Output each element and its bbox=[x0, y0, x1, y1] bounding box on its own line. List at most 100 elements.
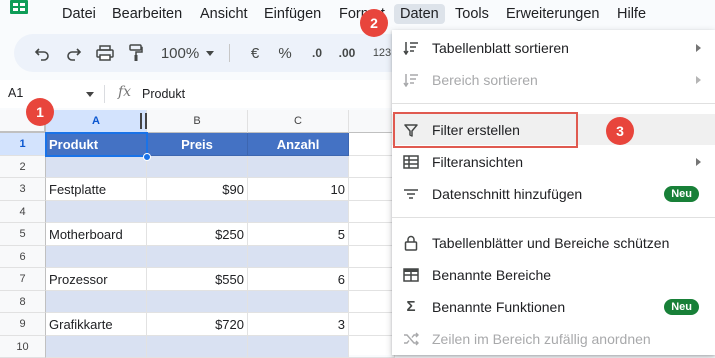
submenu-arrow-icon bbox=[696, 43, 701, 52]
new-badge: Neu bbox=[664, 185, 699, 202]
column-header-c[interactable]: C bbox=[248, 110, 349, 133]
cell-b3[interactable]: $90 bbox=[147, 178, 248, 201]
menu-item-benannte-bereiche[interactable]: Benannte Bereiche bbox=[392, 259, 715, 290]
row-header-4[interactable]: 4 bbox=[0, 201, 46, 223]
zoom-dropdown-icon[interactable] bbox=[204, 34, 216, 72]
column-header-a[interactable]: A bbox=[46, 110, 147, 133]
menu-item-benannte-funktionen[interactable]: Σ Benannte Funktionen Neu bbox=[392, 291, 715, 322]
name-box-dropdown-icon[interactable] bbox=[86, 92, 94, 97]
filter-views-icon bbox=[402, 153, 420, 171]
cell-b1[interactable]: Preis bbox=[147, 133, 248, 156]
column-resize-handle[interactable] bbox=[140, 113, 142, 129]
cell-b8[interactable] bbox=[147, 291, 248, 313]
cell-d4[interactable] bbox=[349, 201, 395, 223]
fill-handle[interactable] bbox=[143, 153, 151, 161]
menu-datei[interactable]: Datei bbox=[62, 6, 96, 22]
cell-b7[interactable]: $550 bbox=[147, 268, 248, 291]
menu-erweiterungen[interactable]: Erweiterungen bbox=[506, 6, 600, 22]
cell-b5[interactable]: $250 bbox=[147, 223, 248, 246]
cell-d9[interactable] bbox=[349, 313, 395, 336]
cell-b9[interactable]: $720 bbox=[147, 313, 248, 336]
column-header-b[interactable]: B bbox=[147, 110, 248, 133]
menu-item-label: Tabellenblatt sortieren bbox=[432, 39, 569, 56]
slicer-icon bbox=[402, 185, 420, 203]
cell-c3[interactable]: 10 bbox=[248, 178, 349, 201]
cell-b6[interactable] bbox=[147, 246, 248, 268]
row-header-2[interactable]: 2 bbox=[0, 156, 46, 178]
cell-d5[interactable] bbox=[349, 223, 395, 246]
cell-c1[interactable]: Anzahl bbox=[248, 133, 349, 156]
menu-hilfe[interactable]: Hilfe bbox=[617, 6, 646, 22]
menubar: Datei Bearbeiten Ansicht Einfügen Format… bbox=[0, 0, 715, 30]
undo-icon[interactable] bbox=[32, 34, 52, 72]
menu-item-schuetzen[interactable]: Tabellenblätter und Bereiche schützen bbox=[392, 227, 715, 258]
menu-ansicht[interactable]: Ansicht bbox=[200, 6, 248, 22]
cell-a4[interactable] bbox=[46, 201, 147, 223]
decrease-decimals-button[interactable]: .0 bbox=[304, 34, 330, 72]
redo-icon[interactable] bbox=[64, 34, 84, 72]
column-resize-handle[interactable] bbox=[145, 113, 147, 129]
row-header-1[interactable]: 1 bbox=[0, 133, 46, 156]
step-marker-1: 1 bbox=[26, 98, 54, 126]
formula-bar-divider bbox=[104, 85, 105, 103]
menu-item-label: Zeilen im Bereich zufällig anordnen bbox=[432, 330, 651, 347]
menu-item-filter-erstellen[interactable]: Filter erstellen bbox=[392, 114, 715, 145]
row-header-3[interactable]: 3 bbox=[0, 178, 46, 201]
cell-a5[interactable]: Motherboard bbox=[46, 223, 147, 246]
new-badge: Neu bbox=[664, 298, 699, 315]
row-header-9[interactable]: 9 bbox=[0, 313, 46, 336]
menu-bearbeiten[interactable]: Bearbeiten bbox=[112, 6, 182, 22]
cell-d7[interactable] bbox=[349, 268, 395, 291]
sheets-logo-icon[interactable] bbox=[8, 0, 30, 20]
row-header-5[interactable]: 5 bbox=[0, 223, 46, 246]
menu-tools[interactable]: Tools bbox=[455, 6, 489, 22]
cell-b4[interactable] bbox=[147, 201, 248, 223]
menu-item-label: Bereich sortieren bbox=[432, 71, 538, 88]
cell-d1[interactable] bbox=[349, 133, 395, 156]
menu-item-datenschnitt-hinzufuegen[interactable]: Datenschnitt hinzufügen Neu bbox=[392, 178, 715, 209]
column-header-d[interactable] bbox=[349, 110, 395, 133]
menu-item-label: Benannte Bereiche bbox=[432, 266, 552, 283]
row-header-8[interactable]: 8 bbox=[0, 291, 46, 313]
cell-c7[interactable]: 6 bbox=[248, 268, 349, 291]
cell-c4[interactable] bbox=[248, 201, 349, 223]
filter-icon bbox=[402, 121, 420, 139]
formula-input[interactable]: Produkt bbox=[142, 87, 185, 101]
menu-item-filteransichten[interactable]: Filteransichten bbox=[392, 146, 715, 177]
cell-d2[interactable] bbox=[349, 156, 395, 178]
cell-a3[interactable]: Festplatte bbox=[46, 178, 147, 201]
more-formats-button[interactable]: 123 bbox=[370, 34, 394, 72]
paint-format-icon[interactable] bbox=[126, 34, 146, 72]
cell-a2[interactable] bbox=[46, 156, 147, 178]
cell-c5[interactable]: 5 bbox=[248, 223, 349, 246]
row-header-6[interactable]: 6 bbox=[0, 246, 46, 268]
percent-button[interactable]: % bbox=[276, 34, 294, 72]
zoom-select[interactable]: 100% bbox=[160, 34, 200, 72]
menu-item-zufaellig-anordnen[interactable]: Zeilen im Bereich zufällig anordnen bbox=[392, 323, 715, 354]
cell-a1[interactable]: Produkt bbox=[46, 133, 147, 156]
sort-icon bbox=[402, 39, 420, 57]
cell-d3[interactable] bbox=[349, 178, 395, 201]
cell-a9[interactable]: Grafikkarte bbox=[46, 313, 147, 336]
menu-item-tabellenblatt-sortieren[interactable]: Tabellenblatt sortieren bbox=[392, 32, 715, 63]
currency-button[interactable]: € bbox=[246, 34, 264, 72]
cell-c8[interactable] bbox=[248, 291, 349, 313]
menu-daten[interactable]: Daten bbox=[394, 4, 445, 24]
lock-icon bbox=[402, 234, 420, 252]
cell-c9[interactable]: 3 bbox=[248, 313, 349, 336]
menu-item-bereich-sortieren[interactable]: Bereich sortieren bbox=[392, 64, 715, 95]
cell-d6[interactable] bbox=[349, 246, 395, 268]
increase-decimals-button[interactable]: .00 bbox=[332, 34, 362, 72]
menu-einfuegen[interactable]: Einfügen bbox=[264, 6, 321, 22]
cell-a8[interactable] bbox=[46, 291, 147, 313]
cell-b2[interactable] bbox=[147, 156, 248, 178]
cell-c2[interactable] bbox=[248, 156, 349, 178]
name-box[interactable]: A1 bbox=[8, 86, 23, 100]
cell-c6[interactable] bbox=[248, 246, 349, 268]
sigma-icon: Σ bbox=[406, 298, 416, 315]
cell-a6[interactable] bbox=[46, 246, 147, 268]
cell-a7[interactable]: Prozessor bbox=[46, 268, 147, 291]
row-header-7[interactable]: 7 bbox=[0, 268, 46, 291]
print-icon[interactable] bbox=[94, 34, 116, 72]
cell-d8[interactable] bbox=[349, 291, 395, 313]
